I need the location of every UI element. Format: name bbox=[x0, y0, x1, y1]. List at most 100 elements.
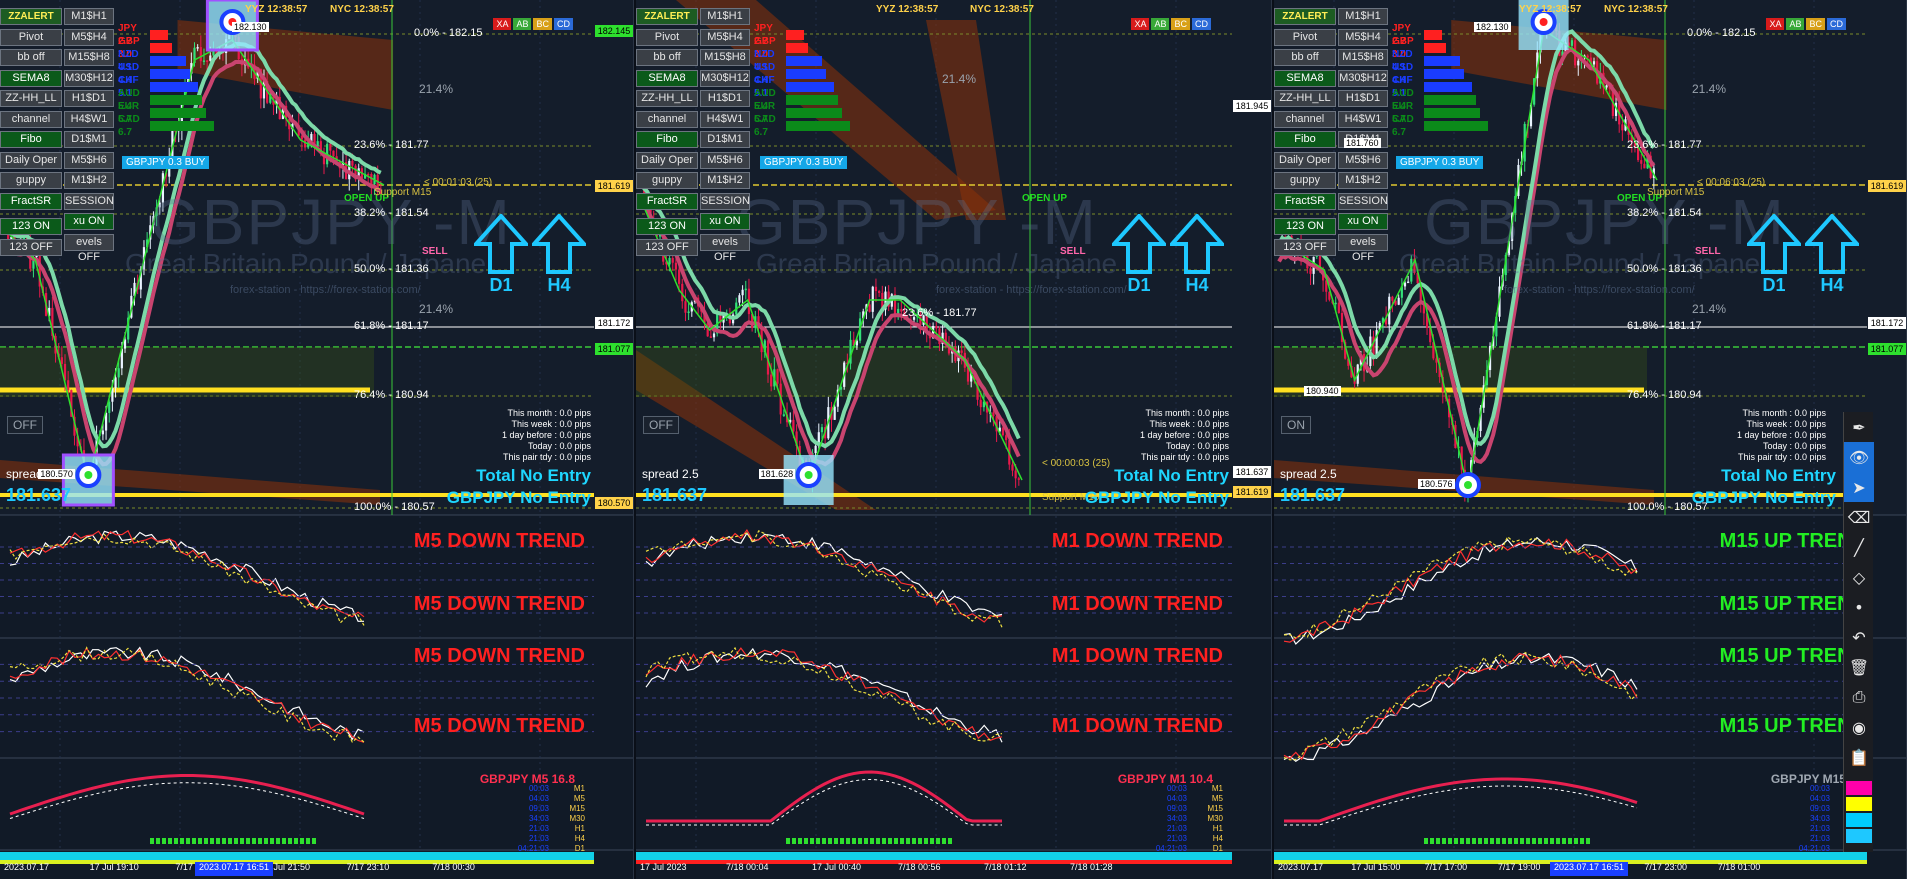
pattern-tab-xa[interactable]: XA bbox=[1766, 18, 1785, 30]
dot-icon[interactable]: • bbox=[1844, 592, 1874, 622]
palette-icon[interactable] bbox=[1844, 772, 1874, 852]
button-tf-m30-h12[interactable]: M30$H12 bbox=[64, 69, 114, 87]
button-sema8[interactable]: SEMA8 bbox=[1274, 69, 1336, 87]
button-channel[interactable]: channel bbox=[1274, 110, 1336, 128]
button-bb-off[interactable]: bb off bbox=[0, 49, 62, 66]
button-tf-m5-h6[interactable]: M5$H6 bbox=[1338, 151, 1388, 169]
trash-icon[interactable]: 🗑 bbox=[1844, 652, 1874, 682]
line-icon[interactable]: ╱ bbox=[1844, 532, 1874, 562]
button-tf-h4-w1[interactable]: H4$W1 bbox=[64, 110, 114, 128]
palette-swatch[interactable] bbox=[1846, 781, 1872, 795]
buy-tag[interactable]: GBPJPY 0.3 BUY bbox=[760, 156, 848, 169]
pattern-tab-ab[interactable]: AB bbox=[1151, 18, 1170, 30]
button-tf-h1-d1[interactable]: H1$D1 bbox=[64, 90, 114, 107]
button-fractsr[interactable]: FractSR bbox=[1274, 192, 1336, 210]
button-guppy[interactable]: guppy bbox=[0, 172, 62, 189]
palette-swatch[interactable] bbox=[1846, 829, 1872, 843]
pattern-tab-bc[interactable]: BC bbox=[1806, 18, 1825, 30]
pattern-tab-bc[interactable]: BC bbox=[533, 18, 552, 30]
toggle-onoff[interactable]: OFF bbox=[7, 416, 43, 434]
eraser-icon[interactable]: ⌫ bbox=[1844, 502, 1874, 532]
button-sema8[interactable]: SEMA8 bbox=[0, 69, 62, 87]
button-tf-m5-h6[interactable]: M5$H6 bbox=[700, 151, 750, 169]
pattern-tab-xa[interactable]: XA bbox=[493, 18, 512, 30]
button-fibo[interactable]: Fibo bbox=[1274, 131, 1336, 148]
button-tf-evels-off[interactable]: evels OFF bbox=[700, 233, 750, 263]
button-tf-m5-h6[interactable]: M5$H6 bbox=[64, 151, 114, 169]
button-123-on[interactable]: 123 ON bbox=[636, 218, 698, 235]
button-123-off[interactable]: 123 OFF bbox=[636, 239, 698, 256]
button-tf-h1-d1[interactable]: H1$D1 bbox=[1338, 90, 1388, 107]
button-bb-off[interactable]: bb off bbox=[1274, 49, 1336, 66]
button-tf-session[interactable]: SESSION bbox=[64, 192, 114, 210]
pattern-tab-bc[interactable]: BC bbox=[1171, 18, 1190, 30]
palette-swatch[interactable] bbox=[1846, 797, 1872, 811]
button-tf-m15-h8[interactable]: M15$H8 bbox=[64, 49, 114, 66]
toggle-onoff[interactable]: OFF bbox=[643, 416, 679, 434]
pattern-tab-cd[interactable]: CD bbox=[1192, 18, 1211, 30]
toggle-onoff[interactable]: ON bbox=[1281, 416, 1311, 434]
button-123-off[interactable]: 123 OFF bbox=[1274, 239, 1336, 256]
button-zzalert[interactable]: ZZALERT bbox=[1274, 8, 1336, 25]
button-tf-m1-h2[interactable]: M1$H2 bbox=[64, 172, 114, 189]
button-fibo[interactable]: Fibo bbox=[0, 131, 62, 148]
button-tf-h1-d1[interactable]: H1$D1 bbox=[700, 90, 750, 107]
button-tf-h4-w1[interactable]: H4$W1 bbox=[700, 110, 750, 128]
button-tf-m15-h8[interactable]: M15$H8 bbox=[700, 49, 750, 66]
button-tf-m1-h2[interactable]: M1$H2 bbox=[700, 172, 750, 189]
button-fractsr[interactable]: FractSR bbox=[636, 192, 698, 210]
button-tf-d1-m1[interactable]: D1$M1 bbox=[700, 131, 750, 148]
button-tf-session[interactable]: SESSION bbox=[700, 192, 750, 210]
button-tf-m1-h1[interactable]: M1$H1 bbox=[700, 8, 750, 25]
palette-swatch[interactable] bbox=[1846, 813, 1872, 827]
button-tf-m5-h4[interactable]: M5$H4 bbox=[700, 28, 750, 46]
button-tf-m30-h12[interactable]: M30$H12 bbox=[1338, 69, 1388, 87]
pen-icon[interactable]: ✒ bbox=[1844, 412, 1874, 442]
button-tf-m1-h1[interactable]: M1$H1 bbox=[1338, 8, 1388, 25]
undo-icon[interactable]: ↶ bbox=[1844, 622, 1874, 652]
buy-tag[interactable]: GBPJPY 0.3 BUY bbox=[122, 156, 210, 169]
chart-panel-m1[interactable]: GBPJPY -M Great Britain Pound / Japane for… bbox=[636, 0, 1272, 879]
button-123-off[interactable]: 123 OFF bbox=[0, 239, 62, 256]
button-daily-oper[interactable]: Daily Oper bbox=[0, 151, 62, 169]
pattern-tab-ab[interactable]: AB bbox=[513, 18, 532, 30]
button-pivot[interactable]: Pivot bbox=[636, 28, 698, 46]
clipboard-icon[interactable]: 📋 bbox=[1844, 742, 1874, 772]
button-zz-hh-ll[interactable]: ZZ-HH_LL bbox=[0, 90, 62, 107]
button-tf-m1-h1[interactable]: M1$H1 bbox=[64, 8, 114, 25]
button-zzalert[interactable]: ZZALERT bbox=[636, 8, 698, 25]
cursor-icon[interactable]: ➤ bbox=[1844, 472, 1874, 502]
button-channel[interactable]: channel bbox=[636, 110, 698, 128]
button-fractsr[interactable]: FractSR bbox=[0, 192, 62, 210]
button-zz-hh-ll[interactable]: ZZ-HH_LL bbox=[636, 90, 698, 107]
pattern-tab-ab[interactable]: AB bbox=[1786, 18, 1805, 30]
button-daily-oper[interactable]: Daily Oper bbox=[1274, 151, 1336, 169]
button-channel[interactable]: channel bbox=[0, 110, 62, 128]
button-zzalert[interactable]: ZZALERT bbox=[0, 8, 62, 25]
button-guppy[interactable]: guppy bbox=[636, 172, 698, 189]
button-guppy[interactable]: guppy bbox=[1274, 172, 1336, 189]
button-bb-off[interactable]: bb off bbox=[636, 49, 698, 66]
pattern-tab-cd[interactable]: CD bbox=[1827, 18, 1846, 30]
print-icon[interactable]: ⎙ bbox=[1844, 682, 1874, 712]
pattern-tab-cd[interactable]: CD bbox=[554, 18, 573, 30]
button-123-on[interactable]: 123 ON bbox=[0, 218, 62, 235]
eye-icon[interactable]: 👁 bbox=[1844, 442, 1874, 472]
button-tf-xu-on[interactable]: xu ON bbox=[700, 213, 750, 230]
button-tf-xu-on[interactable]: xu ON bbox=[64, 213, 114, 230]
button-pivot[interactable]: Pivot bbox=[0, 28, 62, 46]
button-tf-session[interactable]: SESSION bbox=[1338, 192, 1388, 210]
button-tf-h4-w1[interactable]: H4$W1 bbox=[1338, 110, 1388, 128]
camera-icon[interactable]: ◉ bbox=[1844, 712, 1874, 742]
button-tf-m15-h8[interactable]: M15$H8 bbox=[1338, 49, 1388, 66]
button-tf-m5-h4[interactable]: M5$H4 bbox=[1338, 28, 1388, 46]
button-tf-evels-off[interactable]: evels OFF bbox=[64, 233, 114, 263]
eraser2-icon[interactable]: ◇ bbox=[1844, 562, 1874, 592]
button-123-on[interactable]: 123 ON bbox=[1274, 218, 1336, 235]
buy-tag[interactable]: GBPJPY 0.3 BUY bbox=[1396, 156, 1484, 169]
button-zz-hh-ll[interactable]: ZZ-HH_LL bbox=[1274, 90, 1336, 107]
button-daily-oper[interactable]: Daily Oper bbox=[636, 151, 698, 169]
chart-panel-m5[interactable]: GBPJPY -M Great Britain Pound / Japane for… bbox=[0, 0, 634, 879]
button-pivot[interactable]: Pivot bbox=[1274, 28, 1336, 46]
button-tf-m30-h12[interactable]: M30$H12 bbox=[700, 69, 750, 87]
